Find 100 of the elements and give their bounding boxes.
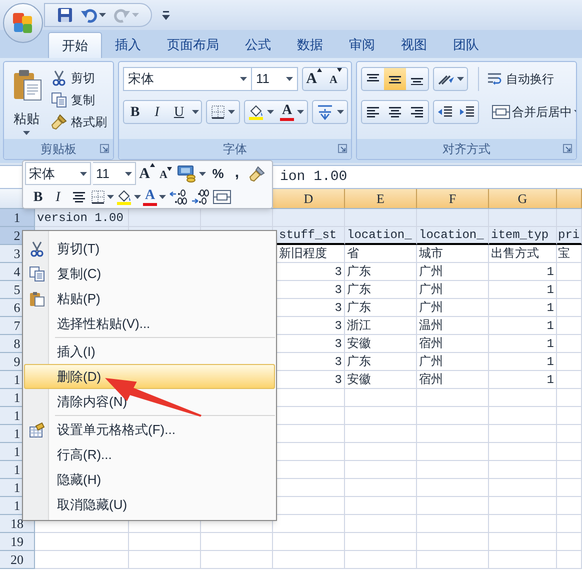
phonetic-guide-icon xyxy=(316,104,334,120)
ribbon-tab[interactable]: 开始 xyxy=(48,32,102,58)
paste-button[interactable]: 粘贴 xyxy=(8,67,45,139)
formula-field[interactable]: ion 1.00 xyxy=(278,166,582,188)
dialog-launcher-icon[interactable] xyxy=(338,144,347,153)
ribbon-command[interactable]: 格式刷 xyxy=(49,111,109,132)
caret-icon xyxy=(240,77,247,81)
row-header[interactable]: 1 xyxy=(0,209,35,227)
italic-button[interactable]: I xyxy=(49,186,67,208)
increase-indent-icon xyxy=(460,106,474,118)
font-size-field[interactable]: 11 xyxy=(93,162,136,185)
group-label: 剪贴板 xyxy=(40,141,76,158)
quick-access-button[interactable] xyxy=(79,6,108,24)
border-icon xyxy=(211,105,225,119)
caret-icon xyxy=(132,13,139,17)
ribbon-command[interactable]: 复制 xyxy=(49,89,109,110)
ribbon-tab[interactable]: 团队 xyxy=(440,32,492,58)
ribbon-command[interactable]: 剪切 xyxy=(49,67,109,88)
shrink-font-button[interactable]: A xyxy=(158,162,174,184)
format-cells-icon xyxy=(29,422,45,438)
caret-icon xyxy=(228,110,235,114)
clipboard-icon xyxy=(29,291,45,307)
ribbon-tab[interactable]: 视图 xyxy=(388,32,440,58)
merge-center-icon xyxy=(492,105,510,119)
dialog-launcher-icon[interactable] xyxy=(563,144,572,153)
column-header[interactable]: D xyxy=(273,189,345,208)
table-cell xyxy=(129,551,201,569)
table-cell xyxy=(489,551,557,569)
copy-icon xyxy=(29,266,45,282)
ribbon-tab[interactable]: 插入 xyxy=(102,32,154,58)
merge-center-button[interactable]: 合并后居中 xyxy=(492,103,576,121)
number-format-button[interactable] xyxy=(176,162,207,184)
font-name-field[interactable]: 宋体 xyxy=(123,67,252,91)
dialog-launcher-icon[interactable] xyxy=(100,144,109,153)
merge-center-icon xyxy=(213,190,231,204)
caret-icon xyxy=(99,13,106,17)
underline-button[interactable]: U xyxy=(168,101,190,123)
decrease-decimal-icon xyxy=(191,189,209,205)
comma-button[interactable]: , xyxy=(229,162,245,184)
caret-icon xyxy=(457,77,464,81)
customize-icon[interactable] xyxy=(162,10,170,20)
fill-color-icon xyxy=(248,104,264,120)
bold-button[interactable]: B xyxy=(29,186,47,208)
caret-icon xyxy=(159,195,166,199)
up-arrow-icon xyxy=(316,68,322,72)
align-button[interactable] xyxy=(384,68,406,90)
caret-icon xyxy=(107,195,114,199)
scissors-icon xyxy=(29,241,45,257)
column-header[interactable]: G xyxy=(489,189,557,208)
caret-icon xyxy=(125,172,132,176)
clipboard-icon xyxy=(12,69,42,101)
caret-icon xyxy=(337,110,344,114)
menu-item[interactable]: 删除(D) xyxy=(24,364,275,389)
ribbon-tab[interactable]: 页面布局 xyxy=(154,32,232,58)
increase-decimal-icon xyxy=(169,189,187,205)
caret-icon xyxy=(297,110,304,114)
group-label: 对齐方式 xyxy=(442,141,490,158)
border-icon xyxy=(91,190,105,204)
down-arrow-icon xyxy=(337,68,342,72)
row-header[interactable]: 19 xyxy=(0,533,35,551)
font-size-field[interactable]: 11 xyxy=(252,67,298,91)
grow-font-button[interactable]: A xyxy=(138,162,156,184)
column-header[interactable]: F xyxy=(417,189,489,208)
caret-icon xyxy=(286,77,293,81)
table-cell xyxy=(417,551,489,569)
percent-button[interactable]: % xyxy=(209,162,227,184)
ribbon-tab[interactable]: 公式 xyxy=(232,32,284,58)
grow-font-button[interactable]: A xyxy=(303,68,325,90)
align-right-icon xyxy=(410,106,424,118)
shrink-font-button[interactable]: A xyxy=(325,68,347,90)
brush-icon xyxy=(249,166,265,182)
wrap-text-button[interactable]: 自动换行 xyxy=(487,70,554,88)
wrap-text-icon xyxy=(487,72,503,86)
ribbon-tab[interactable]: 审阅 xyxy=(336,32,388,58)
caret-icon xyxy=(23,130,30,134)
table-cell xyxy=(201,551,273,569)
down-arrow-icon xyxy=(167,166,172,170)
table-cell xyxy=(557,551,582,569)
column-header[interactable]: E xyxy=(345,189,417,208)
decrease-indent-icon xyxy=(438,106,452,118)
align-middle-icon xyxy=(388,73,402,85)
row-header[interactable]: 20 xyxy=(0,551,35,569)
caret-icon xyxy=(199,172,206,176)
undo-icon[interactable] xyxy=(81,7,97,23)
brush-icon xyxy=(51,114,67,130)
logo-icon xyxy=(11,11,35,35)
font-color-button[interactable]: A xyxy=(143,186,166,208)
bold-button[interactable]: B xyxy=(124,101,146,123)
font-name-field[interactable]: 宋体 xyxy=(25,162,91,185)
align-center-icon xyxy=(72,191,86,203)
group-label: 字体 xyxy=(223,141,247,158)
ribbon-tab[interactable]: 数据 xyxy=(284,32,336,58)
align-left-icon xyxy=(366,106,380,118)
table-cell xyxy=(345,551,417,569)
copy-icon xyxy=(51,92,67,108)
scissors-icon xyxy=(51,70,67,86)
caret-icon xyxy=(192,110,199,114)
table-cell xyxy=(273,551,345,569)
italic-button[interactable]: I xyxy=(146,101,168,123)
caret-icon xyxy=(267,110,274,114)
